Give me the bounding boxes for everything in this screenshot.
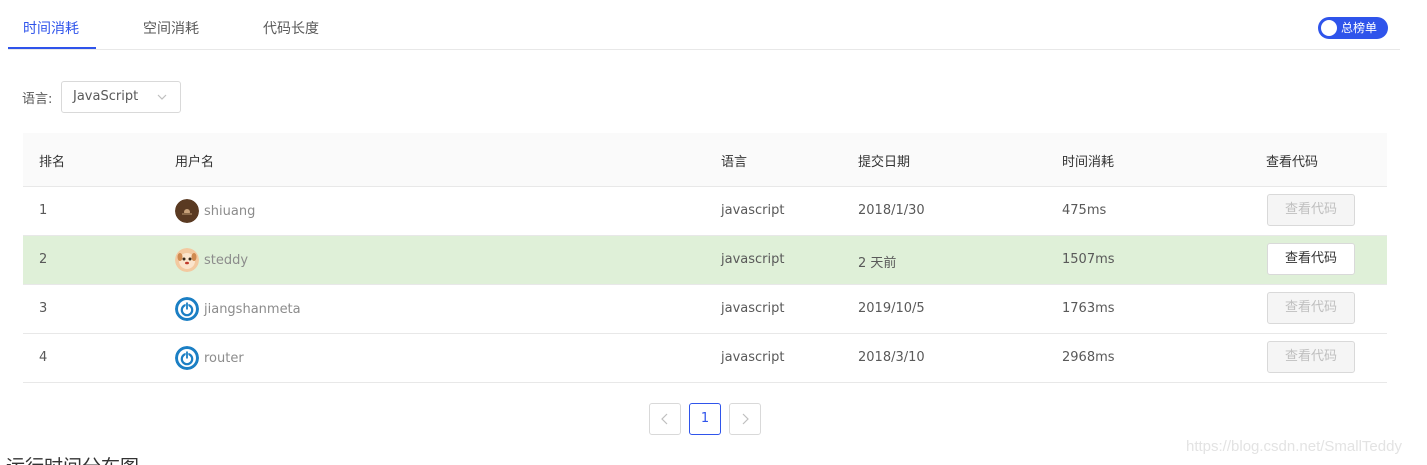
- date-cell: 2018/3/10: [858, 350, 925, 365]
- username-link[interactable]: steddy: [204, 253, 248, 268]
- language-cell: javascript: [721, 350, 785, 365]
- view-code-button[interactable]: 查看代码: [1267, 194, 1355, 226]
- time-cell: 475ms: [1062, 203, 1107, 218]
- language-cell: javascript: [721, 203, 785, 218]
- table-header: 排名 用户名 语言 提交日期 时间消耗 查看代码: [23, 133, 1387, 187]
- page-number-button[interactable]: 1: [689, 403, 721, 435]
- chevron-left-icon: [661, 413, 668, 425]
- tab-code-length[interactable]: 代码长度: [263, 19, 319, 39]
- user-cell: steddy: [175, 248, 248, 272]
- table-row: 3 jiangshanmeta javascript 2019/10/5 176…: [23, 285, 1387, 334]
- tab-space[interactable]: 空间消耗: [143, 19, 199, 39]
- user-cell: jiangshanmeta: [175, 297, 301, 321]
- date-cell: 2 天前: [858, 256, 897, 271]
- chevron-down-icon: [157, 94, 167, 100]
- view-code-button[interactable]: 查看代码: [1267, 292, 1355, 324]
- date-cell: 2018/1/30: [858, 203, 925, 218]
- dog-avatar-icon[interactable]: [175, 248, 199, 272]
- username-link[interactable]: router: [204, 351, 244, 366]
- date-cell: 2019/10/5: [858, 301, 925, 316]
- chevron-right-icon: [742, 413, 749, 425]
- overall-ranking-toggle[interactable]: 总榜单: [1318, 17, 1388, 39]
- prev-page-button[interactable]: [649, 403, 681, 435]
- active-tab-indicator: [8, 47, 96, 49]
- rank-cell: 3: [39, 301, 48, 316]
- toggle-label: 总榜单: [1341, 21, 1378, 35]
- language-select[interactable]: JavaScript: [61, 81, 181, 113]
- user-cell: router: [175, 346, 244, 370]
- language-select-value: JavaScript: [73, 89, 139, 104]
- header-time: 时间消耗: [1062, 155, 1115, 170]
- language-cell: javascript: [721, 252, 785, 267]
- rank-cell: 2: [39, 252, 48, 267]
- tab-time[interactable]: 时间消耗: [23, 19, 79, 39]
- header-language: 语言: [721, 155, 748, 170]
- section-title: 运行时间分布图: [6, 452, 139, 465]
- power-avatar-icon[interactable]: [175, 297, 199, 321]
- user-cell: shiuang: [175, 199, 255, 223]
- language-cell: javascript: [721, 301, 785, 316]
- next-page-button[interactable]: [729, 403, 761, 435]
- header-submit-date: 提交日期: [858, 155, 911, 170]
- view-code-button[interactable]: 查看代码: [1267, 341, 1355, 373]
- rank-cell: 4: [39, 350, 48, 365]
- watermark: https://blog.csdn.net/SmallTeddy: [1186, 438, 1402, 455]
- header-view-code: 查看代码: [1266, 155, 1319, 170]
- header-username: 用户名: [175, 155, 215, 170]
- view-code-button[interactable]: 查看代码: [1267, 243, 1355, 275]
- table-row: 1 shiuang javascript 2018/1/30 475ms 查看代…: [23, 187, 1387, 236]
- toggle-knob: [1321, 20, 1337, 36]
- power-avatar-icon[interactable]: [175, 346, 199, 370]
- table-row-current-user: 2 steddy javascript 2 天前 1507ms 查看代码: [23, 236, 1387, 285]
- rank-cell: 1: [39, 203, 48, 218]
- ranking-table: 排名 用户名 语言 提交日期 时间消耗 查看代码 1 shiuang javas…: [23, 133, 1387, 383]
- time-cell: 1507ms: [1062, 252, 1115, 267]
- header-rank: 排名: [39, 155, 66, 170]
- time-cell: 1763ms: [1062, 301, 1115, 316]
- tab-bar: 时间消耗 空间消耗 代码长度: [8, 0, 1400, 50]
- brown-avatar-icon[interactable]: [175, 199, 199, 223]
- language-filter-label: 语言:: [22, 92, 53, 107]
- table-row: 4 router javascript 2018/3/10 2968ms 查看代…: [23, 334, 1387, 383]
- username-link[interactable]: shiuang: [204, 204, 255, 219]
- time-cell: 2968ms: [1062, 350, 1115, 365]
- username-link[interactable]: jiangshanmeta: [204, 302, 301, 317]
